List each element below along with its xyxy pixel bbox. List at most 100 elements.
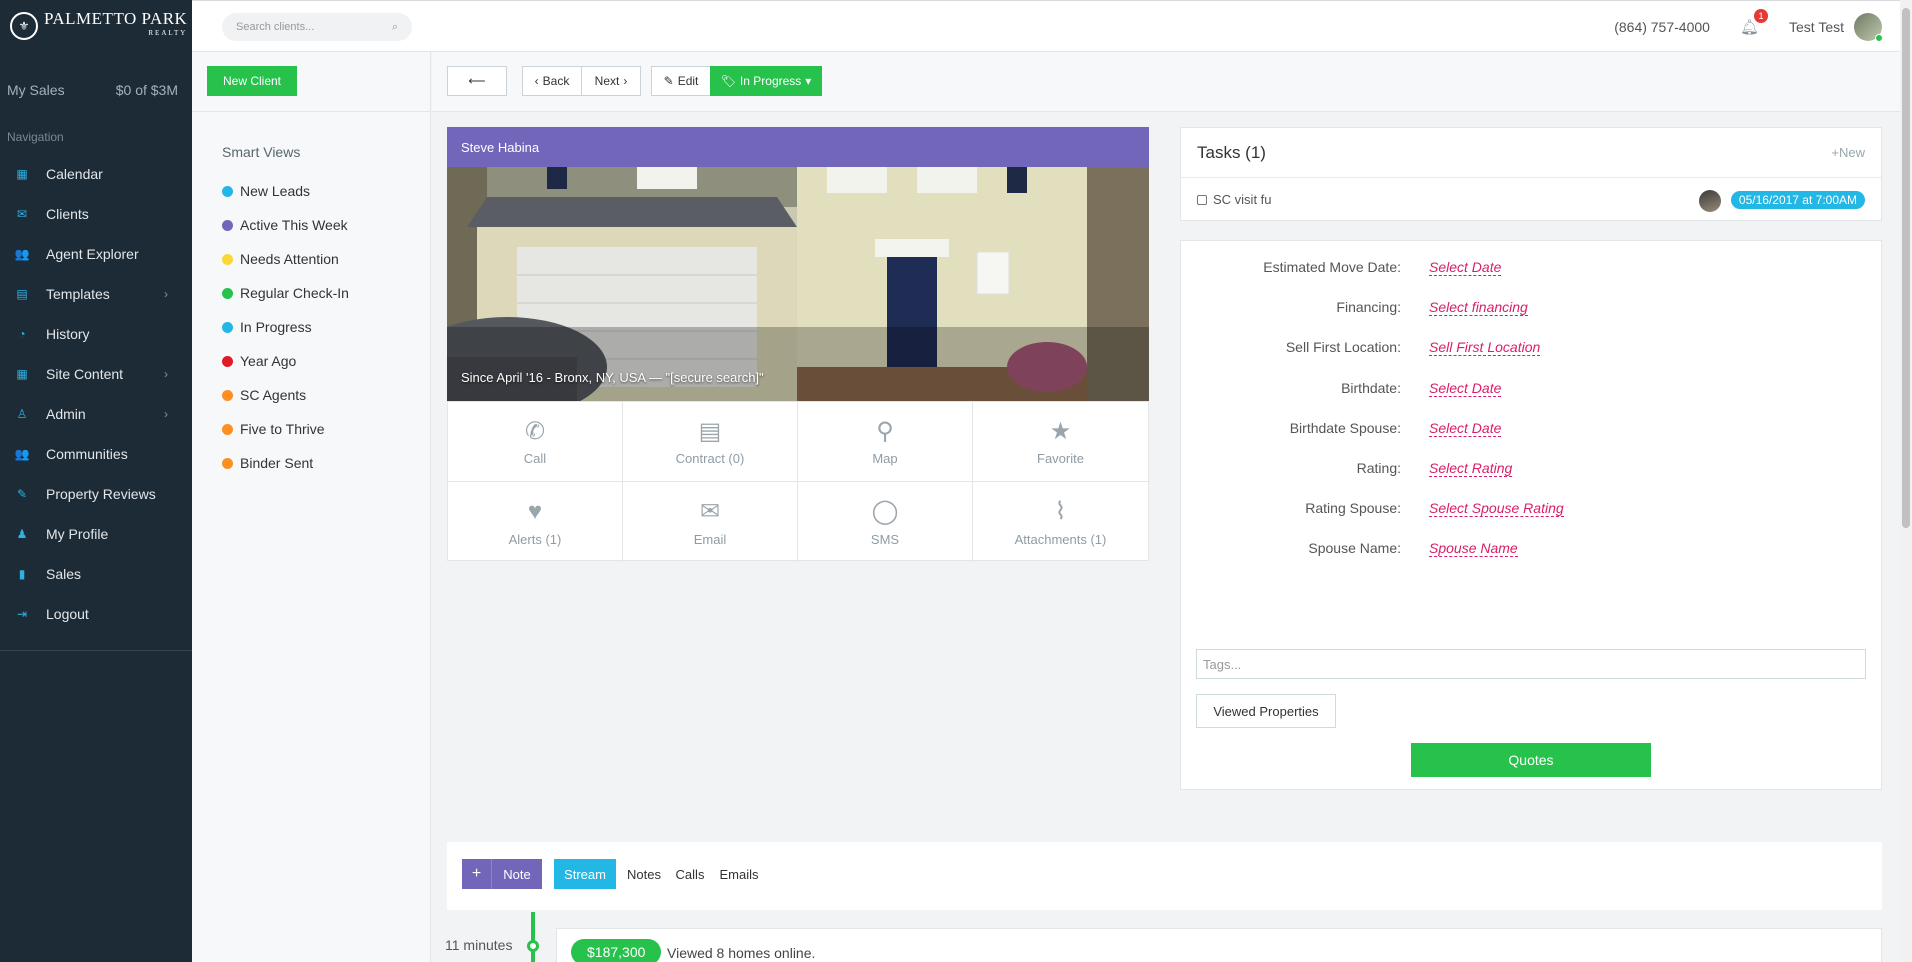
action-contract[interactable]: ▤ Contract (0) — [623, 402, 798, 482]
next-button[interactable]: Next › — [581, 66, 641, 96]
edit-button[interactable]: ✎ Edit — [651, 66, 711, 96]
logout-icon: ⇥ — [16, 607, 28, 621]
smart-view-item[interactable]: SC Agents — [222, 378, 430, 412]
field-value-editable[interactable]: Select Spouse Rating — [1429, 500, 1564, 518]
field-value-editable[interactable]: Select Date — [1429, 420, 1502, 437]
smart-view-item[interactable]: Five to Thrive — [222, 412, 430, 446]
action-label: Map — [872, 451, 898, 466]
action-sms[interactable]: ◯ SMS — [798, 482, 973, 562]
activity-stream-bar: + Note Stream Notes Calls Emails — [447, 842, 1882, 910]
viewed-properties-button[interactable]: Viewed Properties — [1196, 694, 1336, 728]
bar-chart-icon: ▮ — [18, 567, 26, 581]
smart-view-label: Needs Attention — [240, 251, 339, 267]
nav-item-calendar[interactable]: ▦ Calendar — [0, 154, 192, 194]
new-task-button[interactable]: +New — [1831, 145, 1865, 160]
color-dot-icon — [222, 321, 233, 333]
user-menu[interactable]: Test Test — [1789, 13, 1883, 42]
smart-view-label: Five to Thrive — [240, 421, 325, 437]
chevron-right-icon: › — [164, 407, 168, 421]
map-pin-icon: ⚲ — [876, 417, 894, 445]
field-label: Rating Spouse: — [1305, 500, 1401, 517]
field-value-editable[interactable]: Select financing — [1429, 299, 1528, 317]
field-value-editable[interactable]: Sell First Location — [1429, 339, 1541, 357]
action-email[interactable]: ✉ Email — [623, 482, 798, 562]
calendar-icon: ▦ — [16, 167, 28, 181]
nav-item-sales[interactable]: ▮ Sales — [0, 554, 192, 594]
user-icon: ♙ — [16, 407, 28, 421]
tab-stream[interactable]: Stream — [554, 859, 616, 889]
nav-heading: Navigation — [7, 130, 64, 144]
action-map[interactable]: ⚲ Map — [798, 402, 973, 482]
timeline-time: 11 minutes — [445, 937, 513, 953]
my-sales-label: My Sales — [7, 82, 65, 98]
quotes-button[interactable]: Quotes — [1411, 743, 1651, 777]
smart-view-item[interactable]: New Leads — [222, 174, 430, 208]
nav-item-history[interactable]: ◔ History — [0, 314, 192, 354]
brand-logo[interactable]: ⚜ PALMETTO PARK REALTY — [0, 0, 192, 52]
smart-view-label: Binder Sent — [240, 455, 314, 471]
smart-view-label: Regular Check-In — [240, 285, 349, 301]
nav-item-communities[interactable]: 👥 Communities — [0, 434, 192, 474]
smart-view-label: SC Agents — [240, 387, 307, 403]
nav-item-property-reviews[interactable]: ✎ Property Reviews — [0, 474, 192, 514]
return-button[interactable]: ⟵ — [447, 66, 507, 96]
back-button[interactable]: ‹ Back — [522, 66, 582, 96]
client-actions-grid: ✆ Call ▤ Contract (0) ⚲ Map ★ Favorite ♥ Alerts (… — [447, 401, 1149, 562]
tab-calls[interactable]: Calls — [670, 859, 710, 889]
task-label: SC visit fu — [1213, 192, 1272, 207]
field-value-editable[interactable]: Spouse Name — [1429, 540, 1518, 558]
nav-item-templates[interactable]: ▤ Templates › — [0, 274, 192, 314]
tab-emails[interactable]: Emails — [714, 859, 764, 889]
smart-view-item[interactable]: Needs Attention — [222, 242, 430, 276]
action-label: Call — [523, 451, 547, 466]
status-dropdown[interactable]: 🏷︎ In Progress ▾ — [710, 66, 822, 96]
chat-bubble-icon: ◯ — [871, 498, 899, 525]
action-call[interactable]: ✆ Call — [448, 402, 623, 482]
phone-number[interactable]: (864) 757-4000 — [1614, 19, 1710, 35]
search-input[interactable]: Search clients... ⌕ — [222, 13, 412, 41]
nav-item-site-content[interactable]: ▦ Site Content › — [0, 354, 192, 394]
action-alerts[interactable]: ♥ Alerts (1) — [448, 482, 623, 562]
chevron-right-icon: › — [164, 367, 168, 381]
smart-view-item[interactable]: Regular Check-In — [222, 276, 430, 310]
client-toolbar: ⟵ ‹ Back Next › ✎ Edit 🏷︎ In Progress ▾ — [432, 52, 1912, 112]
scrollbar-thumb[interactable] — [1902, 8, 1910, 528]
new-client-button[interactable]: New Client — [207, 66, 298, 96]
tag-icon: 🏷︎ — [720, 74, 736, 88]
bell-icon[interactable]: 🔔︎ 1 — [1740, 9, 1768, 36]
scrollbar[interactable] — [1900, 0, 1912, 962]
action-favorite[interactable]: ★ Favorite — [973, 402, 1148, 482]
nav-item-clients[interactable]: ✉ Clients — [0, 194, 192, 234]
field-label: Rating: — [1356, 460, 1401, 476]
nav-item-admin[interactable]: ♙ Admin › — [0, 394, 192, 434]
timeline-text: Viewed 8 homes online. — [667, 945, 816, 961]
nav-label: Templates — [46, 286, 110, 302]
field-value-editable[interactable]: Select Date — [1429, 259, 1502, 276]
field-value-editable[interactable]: Select Date — [1429, 380, 1502, 397]
brand-sub: REALTY — [148, 29, 188, 37]
smart-view-item[interactable]: Binder Sent — [222, 446, 430, 480]
search-icon[interactable]: ⌕ — [392, 21, 398, 34]
tab-notes[interactable]: Notes — [622, 859, 666, 889]
users-icon: 👥 — [14, 447, 30, 461]
task-checkbox[interactable] — [1197, 194, 1207, 205]
document-icon: ▤ — [698, 417, 722, 445]
tags-input[interactable]: Tags... — [1196, 649, 1866, 679]
price-badge: $187,300 — [571, 939, 662, 962]
smart-view-item[interactable]: Year Ago — [222, 344, 430, 378]
smart-views-panel: New Client Smart Views New Leads Active T… — [192, 52, 431, 962]
field-value-editable[interactable]: Select Rating — [1429, 460, 1513, 477]
smart-view-item[interactable]: In Progress — [222, 310, 430, 344]
action-attachments[interactable]: ⌇ Attachments (1) — [973, 482, 1148, 562]
nav-label: Clients — [46, 206, 89, 222]
nav-item-my-profile[interactable]: ♟ My Profile — [0, 514, 192, 554]
add-note-button[interactable]: + Note — [462, 859, 542, 889]
field-label: Estimated Move Date: — [1263, 259, 1401, 275]
heart-icon: ♥ — [527, 497, 543, 525]
nav-item-logout[interactable]: ⇥ Logout — [0, 594, 192, 634]
nav-label: Site Content — [46, 366, 124, 382]
envelope-icon: ✉ — [16, 207, 28, 221]
nav-item-agent-explorer[interactable]: 👥 Agent Explorer — [0, 234, 192, 274]
smart-view-item[interactable]: Active This Week — [222, 208, 430, 242]
phone-icon: ✆ — [524, 417, 546, 445]
